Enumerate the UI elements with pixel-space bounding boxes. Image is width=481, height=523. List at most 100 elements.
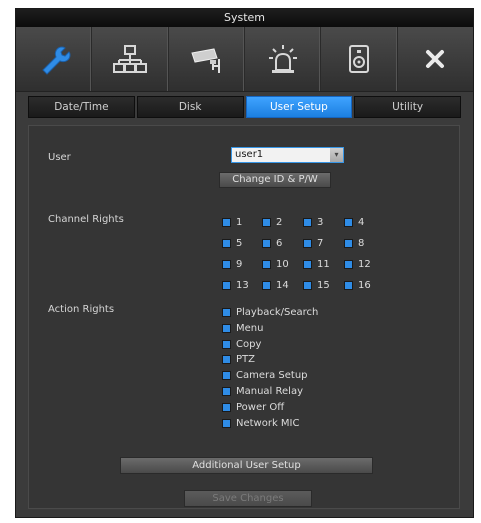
action-checkbox[interactable]: Manual Relay <box>222 386 303 397</box>
action-checkbox-label: PTZ <box>236 354 255 366</box>
tool-close[interactable] <box>398 27 473 91</box>
channel-checkbox-label: 15 <box>317 280 330 291</box>
checkbox-checked-icon[interactable] <box>303 260 312 269</box>
tab-disk[interactable]: Disk <box>136 96 244 118</box>
tool-disk[interactable] <box>321 27 398 91</box>
checkbox-checked-icon[interactable] <box>303 281 312 290</box>
channel-checkbox[interactable]: 15 <box>303 280 330 291</box>
checkbox-checked-icon[interactable] <box>262 260 271 269</box>
channel-checkbox[interactable]: 12 <box>344 259 371 270</box>
checkbox-checked-icon[interactable] <box>222 371 231 381</box>
channel-checkbox-label: 7 <box>317 238 324 249</box>
additional-user-setup-button[interactable]: Additional User Setup <box>120 457 373 474</box>
user-select[interactable]: user1 ▾ <box>231 147 344 163</box>
checkbox-checked-icon[interactable] <box>222 402 231 412</box>
channel-checkbox[interactable]: 10 <box>262 259 289 270</box>
channel-checkbox-label: 1 <box>236 217 243 228</box>
tool-camera[interactable] <box>169 27 245 91</box>
channel-checkbox[interactable]: 11 <box>303 259 330 270</box>
channel-checkbox[interactable]: 6 <box>262 238 282 249</box>
checkbox-checked-icon[interactable] <box>222 387 231 396</box>
system-window: System Date/Time Disk User Setup Utility… <box>15 8 474 518</box>
checkbox-checked-icon[interactable] <box>344 281 353 290</box>
checkbox-checked-icon[interactable] <box>222 355 231 365</box>
channel-checkbox[interactable]: 5 <box>222 238 242 249</box>
checkbox-checked-icon[interactable] <box>262 218 271 227</box>
tab-date-time[interactable]: Date/Time <box>28 96 135 118</box>
checkbox-checked-icon[interactable] <box>344 260 353 269</box>
action-checkbox[interactable]: Playback/Search <box>222 307 318 318</box>
action-checkbox-label: Playback/Search <box>236 307 319 318</box>
settings-tabs: Date/Time Disk User Setup Utility <box>28 96 461 118</box>
channel-checkbox-label: 2 <box>276 217 283 228</box>
channel-checkbox-label: 14 <box>276 280 289 291</box>
action-checkbox[interactable]: Copy <box>222 339 261 350</box>
action-checkbox-label: Copy <box>236 338 262 350</box>
checkbox-checked-icon[interactable] <box>222 418 231 428</box>
checkbox-checked-icon[interactable] <box>222 239 231 248</box>
tool-setup[interactable] <box>16 27 93 91</box>
channel-checkbox-label: 4 <box>358 217 365 228</box>
alarm-icon <box>268 45 297 73</box>
channel-checkbox[interactable]: 9 <box>222 259 242 270</box>
action-checkbox-label: Manual Relay <box>236 386 303 397</box>
channel-checkbox-label: 10 <box>276 259 289 270</box>
disk-icon <box>348 45 369 73</box>
channel-checkbox-label: 12 <box>358 259 371 270</box>
channel-checkbox[interactable]: 8 <box>344 238 364 249</box>
channel-checkbox-label: 5 <box>236 238 243 249</box>
channel-checkbox-label: 13 <box>236 280 249 291</box>
channel-checkbox[interactable]: 7 <box>303 238 323 249</box>
channel-checkbox-label: 11 <box>317 259 330 270</box>
checkbox-checked-icon[interactable] <box>262 281 271 290</box>
change-id-pw-button[interactable]: Change ID & P/W <box>219 172 331 188</box>
channel-checkbox[interactable]: 1 <box>222 217 242 228</box>
checkbox-checked-icon[interactable] <box>222 260 231 269</box>
channel-rights-label: Channel Rights <box>48 214 124 225</box>
channel-checkbox[interactable]: 2 <box>262 217 282 228</box>
action-checkbox-label: Menu <box>236 322 264 334</box>
checkbox-checked-icon[interactable] <box>222 218 231 227</box>
action-checkbox[interactable]: PTZ <box>222 354 255 365</box>
channel-checkbox[interactable]: 3 <box>303 217 323 228</box>
checkbox-checked-icon[interactable] <box>222 281 231 290</box>
channel-checkbox-label: 6 <box>276 238 283 249</box>
user-select-value: user1 <box>235 149 264 160</box>
channel-checkbox[interactable]: 16 <box>344 280 371 291</box>
checkbox-checked-icon[interactable] <box>222 308 231 317</box>
action-checkbox-label: Power Off <box>236 401 285 413</box>
channel-checkbox-label: 9 <box>236 259 243 270</box>
user-setup-panel: User user1 ▾ Change ID & P/W Channel Rig… <box>28 125 460 509</box>
action-rights-label: Action Rights <box>48 304 115 315</box>
channel-checkbox-label: 16 <box>358 280 371 291</box>
action-checkbox[interactable]: Camera Setup <box>222 370 308 381</box>
channel-checkbox[interactable]: 13 <box>222 280 249 291</box>
wrench-icon <box>41 46 71 75</box>
tool-alarm[interactable] <box>245 27 322 91</box>
user-label: User <box>48 152 71 163</box>
checkbox-checked-icon[interactable] <box>303 239 312 248</box>
camera-icon <box>191 48 221 73</box>
action-checkbox[interactable]: Power Off <box>222 402 284 413</box>
toolbar <box>16 27 473 92</box>
close-icon <box>426 50 445 68</box>
network-icon <box>112 45 147 73</box>
tab-user-setup[interactable]: User Setup <box>245 96 353 118</box>
action-checkbox[interactable]: Network MIC <box>222 418 300 429</box>
checkbox-checked-icon[interactable] <box>222 323 231 333</box>
checkbox-checked-icon[interactable] <box>303 218 312 227</box>
action-checkbox[interactable]: Menu <box>222 323 263 334</box>
tab-utility[interactable]: Utility <box>354 96 461 118</box>
tool-network[interactable] <box>92 27 169 91</box>
window-title: System <box>16 9 473 27</box>
checkbox-checked-icon[interactable] <box>344 218 353 227</box>
checkbox-checked-icon[interactable] <box>344 239 353 248</box>
checkbox-checked-icon[interactable] <box>262 239 271 248</box>
action-checkbox-label: Camera Setup <box>236 370 308 382</box>
channel-checkbox[interactable]: 14 <box>262 280 289 291</box>
save-changes-button[interactable]: Save Changes <box>184 490 312 507</box>
channel-checkbox-label: 8 <box>358 238 365 249</box>
checkbox-checked-icon[interactable] <box>222 339 231 349</box>
channel-checkbox[interactable]: 4 <box>344 217 364 228</box>
chevron-down-icon[interactable]: ▾ <box>330 148 343 162</box>
